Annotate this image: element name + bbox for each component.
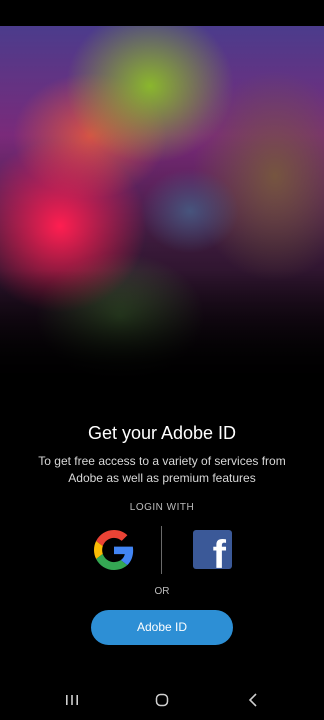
login-divider [161,526,162,574]
status-bar [0,0,324,26]
hero-image [0,26,324,390]
nav-home-button[interactable] [147,688,177,712]
nav-back-button[interactable] [238,688,268,712]
or-label: OR [154,586,170,597]
facebook-icon: f [212,533,226,569]
home-icon [155,693,169,707]
adobe-id-button[interactable]: Adobe ID [91,610,233,645]
page-title: Get your Adobe ID [87,423,237,443]
google-login-button[interactable] [94,530,134,570]
system-nav-bar [0,680,324,720]
google-icon [94,530,134,570]
recent-apps-icon [66,695,78,705]
nav-recent-apps-button[interactable] [57,688,87,712]
back-icon [248,693,257,707]
hero-fade [0,270,324,390]
login-with-label: LOGIN WITH [129,502,195,513]
facebook-login-button[interactable]: f [193,530,232,569]
page-subtitle: To get free access to a variety of servi… [38,454,286,485]
